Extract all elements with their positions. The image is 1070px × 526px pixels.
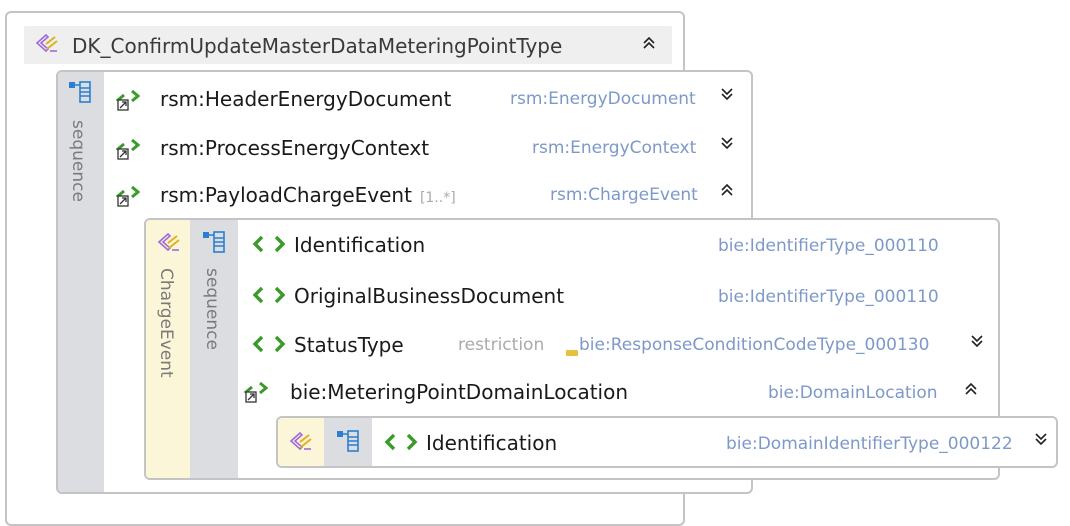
element-name[interactable]: rsm:ProcessEnergyContext [160, 136, 429, 160]
element-ref-icon [115, 181, 148, 211]
element-type: bie:IdentifierType_000110 [718, 287, 939, 307]
chevron-double-down-icon[interactable] [718, 134, 736, 156]
chevron-double-up-icon[interactable] [962, 380, 980, 402]
restriction-icon [566, 342, 578, 361]
element-name-text: rsm:PayloadChargeEvent [160, 183, 412, 207]
element-icon [384, 432, 418, 456]
complex-type-label: ChargeEvent [156, 268, 176, 378]
element-name[interactable]: rsm:PayloadChargeEvent [1..*] [160, 183, 456, 207]
sequence-icon [68, 80, 94, 108]
chevron-double-down-icon[interactable] [718, 85, 736, 107]
element-type: rsm:EnergyDocument [510, 89, 696, 109]
chevron-double-down-icon[interactable] [1032, 430, 1050, 452]
element-type: rsm:ChargeEvent [550, 185, 698, 205]
complex-type-icon [34, 31, 60, 61]
complex-type-icon [288, 429, 314, 459]
element-icon [252, 234, 286, 258]
element-ref-icon [115, 134, 148, 164]
sequence-icon [336, 429, 362, 457]
sequence-label: sequence [68, 120, 88, 202]
element-icon [252, 334, 286, 358]
multiplicity: [1..*] [419, 190, 456, 206]
element-type: bie:ResponseConditionCodeType_000130 [579, 335, 930, 355]
element-name[interactable]: bie:MeteringPointDomainLocation [290, 380, 628, 404]
element-name[interactable]: Identification [294, 233, 425, 257]
sequence-icon [202, 230, 228, 258]
chevron-double-up-icon[interactable] [640, 34, 658, 56]
sequence-label: sequence [202, 268, 222, 350]
element-type: bie:IdentifierType_000110 [718, 236, 939, 256]
chevron-double-up-icon[interactable] [718, 181, 736, 203]
element-type: rsm:EnergyContext [532, 138, 697, 158]
element-name[interactable]: Identification [426, 431, 557, 455]
element-ref-icon [243, 377, 276, 407]
complex-type-icon [156, 230, 182, 260]
element-name[interactable]: OriginalBusinessDocument [294, 284, 564, 308]
restriction-label: restriction [458, 335, 545, 355]
element-name[interactable]: rsm:HeaderEnergyDocument [160, 87, 451, 111]
element-name[interactable]: StatusType [294, 333, 404, 357]
element-ref-icon [115, 85, 148, 115]
element-type: bie:DomainIdentifierType_000122 [726, 434, 1013, 454]
element-icon [252, 285, 286, 309]
root-title: DK_ConfirmUpdateMasterDataMeteringPointT… [72, 34, 563, 58]
element-type: bie:DomainLocation [768, 383, 938, 403]
chevron-double-down-icon[interactable] [968, 332, 986, 354]
